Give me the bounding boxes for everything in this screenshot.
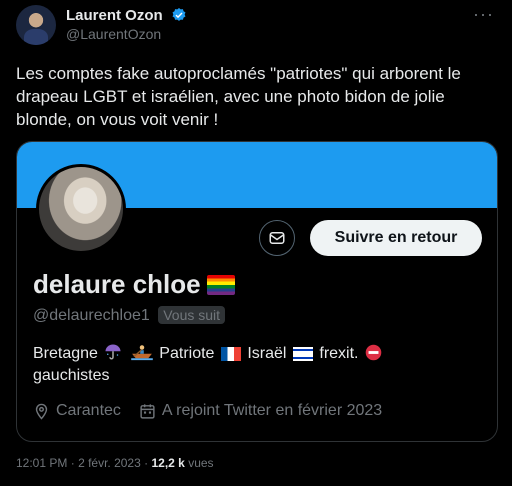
location-pin-icon <box>35 403 48 420</box>
rowboat-icon <box>131 345 153 361</box>
profile-handle-row: @delaurechloe1 Vous suit <box>33 306 226 325</box>
profile-location: Carantec <box>56 402 121 419</box>
author-name-row[interactable]: Laurent Ozon <box>66 7 187 24</box>
profile-handle: @delaurechloe1 <box>33 307 150 324</box>
bio-text-5: gauchistes <box>33 367 110 384</box>
author-avatar[interactable] <box>16 5 56 45</box>
profile-name: delaure chloe <box>33 269 201 299</box>
views-label: vues <box>188 456 214 470</box>
tweet-text: Les comptes fake autoproclamés "patriote… <box>16 64 461 129</box>
profile-avatar[interactable] <box>36 164 126 254</box>
bio-text-2: Patriote <box>159 345 215 362</box>
profile-joined-date: A rejoint Twitter en février 2023 <box>161 402 383 419</box>
bio-text-3: Israël <box>247 345 287 362</box>
follows-you-badge: Vous suit <box>158 306 226 324</box>
profile-bio: Bretagne Patriote Israël frexit. gauchis… <box>33 343 473 387</box>
more-options-icon[interactable]: ··· <box>473 4 494 25</box>
rainbow-flag-icon <box>206 275 235 295</box>
bio-text-1: Bretagne <box>33 345 98 362</box>
france-flag-icon <box>220 347 241 361</box>
follow-back-button[interactable]: Suivre en retour <box>310 220 482 256</box>
tweet-time[interactable]: 12:01 PM <box>16 456 67 470</box>
no-entry-icon <box>365 344 382 361</box>
verified-badge-icon <box>172 8 186 21</box>
profile-meta: Carantec A rejoint Twitter en février 20… <box>33 402 382 420</box>
author-name[interactable]: Laurent Ozon <box>66 7 163 24</box>
mail-icon <box>269 232 285 244</box>
author-handle[interactable]: @LaurentOzon <box>66 26 161 42</box>
tweet-timestamp: 12:01 PM · 2 févr. 2023 · 12,2 k vues <box>16 456 214 470</box>
separator: · <box>70 456 75 470</box>
tweet-date[interactable]: 2 févr. 2023 <box>78 456 141 470</box>
profile-name-row: delaure chloe <box>33 269 235 300</box>
message-button[interactable] <box>259 220 295 256</box>
views-count: 12,2 k <box>151 456 185 470</box>
profile-card[interactable]: Suivre en retour delaure chloe @delaurec… <box>16 141 498 442</box>
separator: · <box>144 456 149 470</box>
calendar-icon <box>140 403 155 419</box>
israel-flag-icon <box>292 347 313 361</box>
umbrella-icon <box>105 344 121 360</box>
bio-text-4: frexit. <box>319 345 359 362</box>
